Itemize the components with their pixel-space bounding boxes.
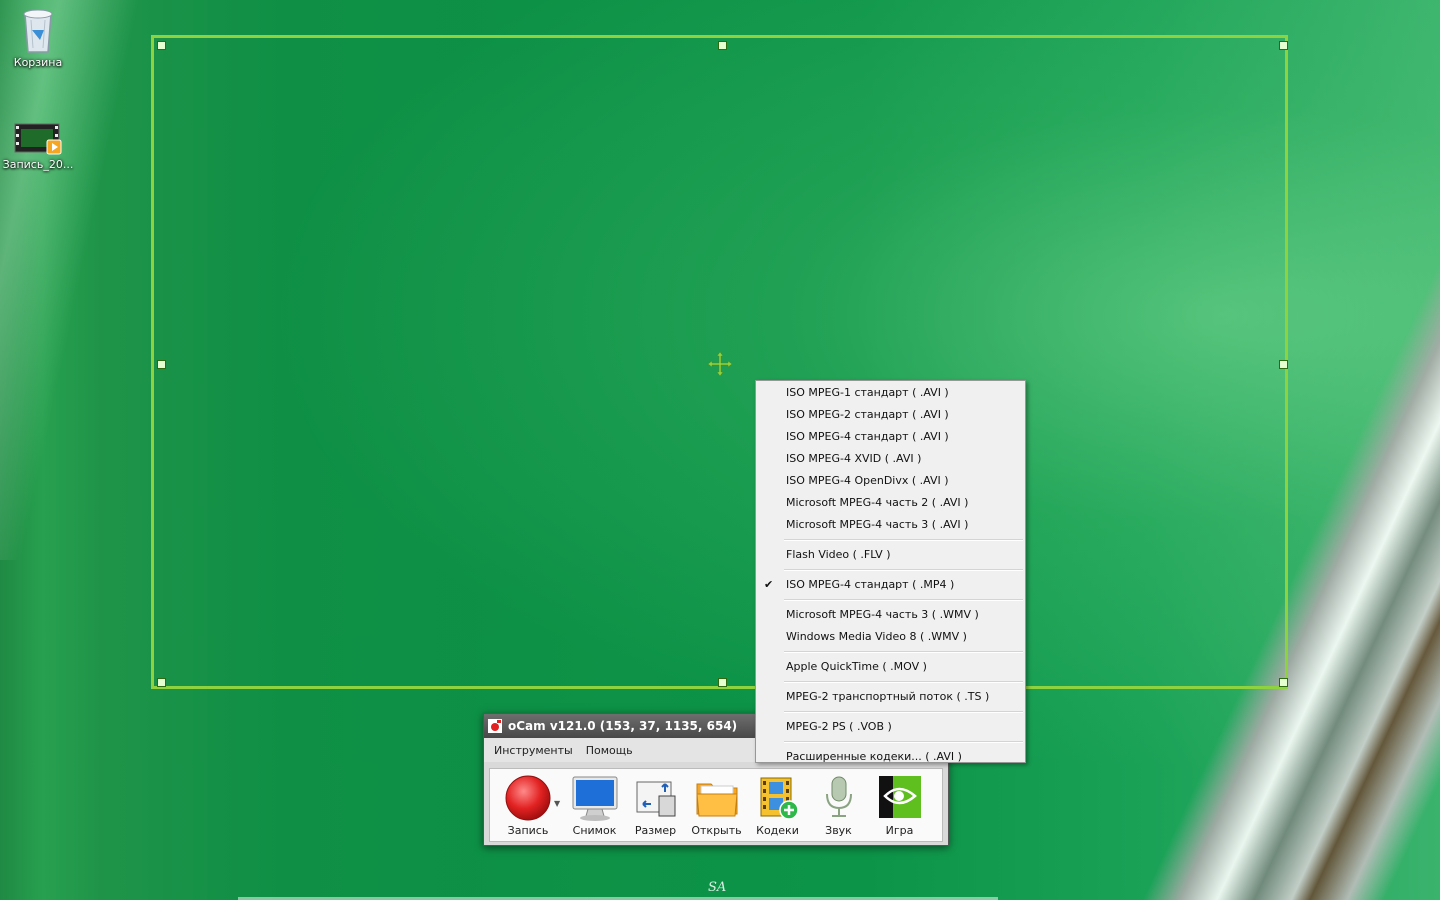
resize-button[interactable]: Размер <box>625 774 686 837</box>
record-icon <box>505 775 551 821</box>
codec-item-xvid-avi[interactable]: ISO MPEG-4 XVID ( .AVI ) <box>756 448 1025 470</box>
desktop-icon-recording[interactable]: Запись_20... <box>0 122 76 171</box>
codec-label: ISO MPEG-2 стандарт ( .AVI ) <box>786 408 949 421</box>
monitor-icon <box>572 776 617 821</box>
resize-handle-top-right[interactable] <box>1279 41 1288 50</box>
resize-handle-bottom[interactable] <box>718 678 727 687</box>
resize-handle-top[interactable] <box>718 41 727 50</box>
codecs-button[interactable]: Кодеки <box>747 774 808 837</box>
codec-item-ms-mpeg4-v3-wmv[interactable]: Microsoft MPEG-4 часть 3 ( .WMV ) <box>756 604 1025 626</box>
codec-label: Microsoft MPEG-4 часть 3 ( .WMV ) <box>786 608 979 621</box>
menu-separator <box>784 651 1023 653</box>
window-title: oCam v121.0 (153, 37, 1135, 654) <box>508 719 738 733</box>
tool-label: Запись <box>507 824 549 837</box>
codec-label: Flash Video ( .FLV ) <box>786 548 891 561</box>
watermark-text: SA <box>708 880 727 895</box>
codec-label: Windows Media Video 8 ( .WMV ) <box>786 630 967 643</box>
microphone-icon <box>825 776 852 817</box>
desktop-icon-label: Запись_20... <box>2 158 74 171</box>
record-dropdown-arrow[interactable]: ▼ <box>554 799 564 808</box>
codec-label: Apple QuickTime ( .MOV ) <box>786 660 927 673</box>
codecs-icon <box>760 777 799 820</box>
game-button[interactable]: Игра <box>869 774 930 837</box>
resize-handle-bottom-right[interactable] <box>1279 678 1288 687</box>
tool-label: Игра <box>885 824 914 837</box>
tool-label: Открыть <box>691 824 742 837</box>
codec-item-flv[interactable]: Flash Video ( .FLV ) <box>756 544 1025 566</box>
codec-label: MPEG-2 PS ( .VOB ) <box>786 720 892 733</box>
resize-handle-right[interactable] <box>1279 360 1288 369</box>
menu-separator <box>784 539 1023 541</box>
codec-label: ISO MPEG-4 стандарт ( .AVI ) <box>786 430 949 443</box>
menu-separator <box>784 599 1023 601</box>
menu-separator <box>784 681 1023 683</box>
move-crosshair-icon[interactable] <box>706 350 734 378</box>
codec-label: MPEG-2 транспортный поток ( .TS ) <box>786 690 990 703</box>
codec-item-extended[interactable]: Расширенные кодеки... ( .AVI ) <box>756 746 1025 768</box>
codec-item-ms-mpeg4-v2-avi[interactable]: Microsoft MPEG-4 часть 2 ( .AVI ) <box>756 492 1025 514</box>
snapshot-button[interactable]: Снимок <box>564 774 625 837</box>
menu-tools[interactable]: Инструменты <box>490 744 582 757</box>
codec-label: ISO MPEG-4 стандарт ( .MP4 ) <box>786 578 955 591</box>
resize-handle-top-left[interactable] <box>157 41 166 50</box>
tool-label: Звук <box>825 824 852 837</box>
ocam-app-icon <box>488 719 502 733</box>
menu-separator <box>784 741 1023 743</box>
codec-item-mpeg4-avi[interactable]: ISO MPEG-4 стандарт ( .AVI ) <box>756 426 1025 448</box>
resize-handle-left[interactable] <box>157 360 166 369</box>
codec-label: Microsoft MPEG-4 часть 2 ( .AVI ) <box>786 496 969 509</box>
codec-menu: ISO MPEG-1 стандарт ( .AVI ) ISO MPEG-2 … <box>755 380 1026 763</box>
codec-item-wmv8[interactable]: Windows Media Video 8 ( .WMV ) <box>756 626 1025 648</box>
menu-help[interactable]: Помощь <box>582 744 642 757</box>
codec-item-opendivx-avi[interactable]: ISO MPEG-4 OpenDivx ( .AVI ) <box>756 470 1025 492</box>
codec-label: ISO MPEG-4 XVID ( .AVI ) <box>786 452 922 465</box>
codec-label: Расширенные кодеки... ( .AVI ) <box>786 750 962 763</box>
codec-item-ms-mpeg4-v3-avi[interactable]: Microsoft MPEG-4 часть 3 ( .AVI ) <box>756 514 1025 536</box>
codec-label: ISO MPEG-4 OpenDivx ( .AVI ) <box>786 474 949 487</box>
record-button[interactable]: Запись <box>502 774 554 837</box>
codec-label: Microsoft MPEG-4 часть 3 ( .AVI ) <box>786 518 969 531</box>
tool-label: Снимок <box>572 824 617 837</box>
toolbar: Запись ▼ Снимок Размер Открыть Кодеки Зв… <box>489 768 943 842</box>
codec-item-mpeg2-avi[interactable]: ISO MPEG-2 стандарт ( .AVI ) <box>756 404 1025 426</box>
tool-label: Размер <box>634 824 677 837</box>
codec-item-mov[interactable]: Apple QuickTime ( .MOV ) <box>756 656 1025 678</box>
open-button[interactable]: Открыть <box>686 774 747 837</box>
resize-handle-bottom-left[interactable] <box>157 678 166 687</box>
codec-item-mp4[interactable]: ✔ ISO MPEG-4 стандарт ( .MP4 ) <box>756 574 1025 596</box>
codec-item-ts[interactable]: MPEG-2 транспортный поток ( .TS ) <box>756 686 1025 708</box>
tool-label: Кодеки <box>756 824 799 837</box>
recycle-bin-icon <box>23 9 53 53</box>
video-file-icon <box>14 123 62 155</box>
desktop-icon-label: Корзина <box>13 56 63 69</box>
nvidia-game-icon <box>878 776 921 818</box>
folder-icon <box>695 783 738 817</box>
sound-button[interactable]: Звук <box>808 774 869 837</box>
menu-separator <box>784 569 1023 571</box>
codec-item-vob[interactable]: MPEG-2 PS ( .VOB ) <box>756 716 1025 738</box>
codec-item-mpeg1-avi[interactable]: ISO MPEG-1 стандарт ( .AVI ) <box>756 382 1025 404</box>
desktop-background-highlight <box>0 0 140 560</box>
menu-separator <box>784 711 1023 713</box>
resize-icon <box>636 781 675 817</box>
codec-label: ISO MPEG-1 стандарт ( .AVI ) <box>786 386 949 399</box>
desktop-icon-recycle-bin[interactable]: Корзина <box>0 6 76 69</box>
checkmark-icon: ✔ <box>764 578 774 591</box>
